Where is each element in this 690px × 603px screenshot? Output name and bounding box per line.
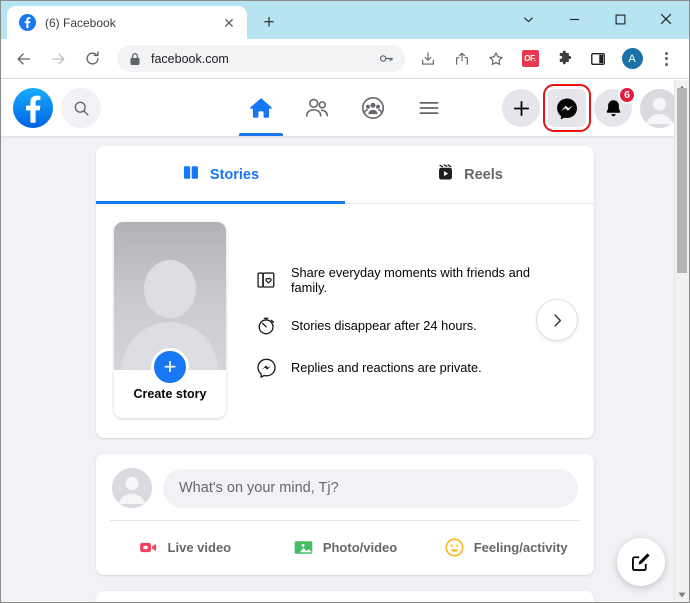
- close-icon[interactable]: [643, 1, 689, 37]
- new-tab-button[interactable]: +: [255, 8, 283, 36]
- composer-actions: Live video Photo/video Feeling/activity: [96, 521, 594, 575]
- page-scrollbar[interactable]: [674, 80, 689, 602]
- facebook-icon: [19, 14, 36, 31]
- search-icon[interactable]: [61, 88, 101, 128]
- nav-home[interactable]: [233, 80, 289, 136]
- scrollbar-thumb[interactable]: [677, 88, 687, 273]
- stories-info-item: Stories disappear after 24 hours.: [254, 313, 530, 337]
- close-icon[interactable]: ✕: [219, 13, 239, 33]
- nav-friends[interactable]: [289, 80, 345, 136]
- stories-tab-bar: Stories Reels: [96, 146, 594, 204]
- tab-title: (6) Facebook: [45, 15, 116, 30]
- nav-menu[interactable]: [401, 80, 457, 136]
- browser-window: (6) Facebook ✕ + facebook.com OF. A 6 St…: [0, 0, 690, 603]
- browser-toolbar: facebook.com OF. A: [1, 39, 689, 79]
- share-icon[interactable]: [448, 45, 476, 73]
- notifications-badge: 6: [618, 86, 636, 104]
- nav-groups[interactable]: [345, 80, 401, 136]
- messenger-button[interactable]: [543, 84, 591, 132]
- profile-initial: A: [621, 48, 643, 69]
- stories-info-text: Replies and reactions are private.: [291, 359, 482, 375]
- page-viewport: 6 Stories Reels + Create story Share eve…: [1, 80, 689, 602]
- notifications-button[interactable]: 6: [594, 86, 636, 127]
- scroll-down-arrow[interactable]: [675, 587, 689, 602]
- puzzle-icon[interactable]: [550, 45, 578, 73]
- reels-icon: [436, 163, 455, 186]
- tab-stories-label: Stories: [209, 166, 260, 183]
- tab-reels[interactable]: Reels: [345, 146, 594, 203]
- avatar-head-shape: [144, 260, 196, 318]
- back-arrow-icon[interactable]: [10, 45, 38, 73]
- photo-video-button[interactable]: Photo/video: [265, 529, 426, 565]
- reload-icon[interactable]: [78, 45, 106, 73]
- photo-video-label: Photo/video: [322, 539, 398, 555]
- stories-info-text: Stories disappear after 24 hours.: [291, 317, 477, 333]
- address-bar[interactable]: facebook.com: [117, 45, 405, 72]
- create-button[interactable]: [502, 89, 540, 127]
- lock-icon: [129, 52, 141, 66]
- kebab-menu-icon[interactable]: [652, 45, 680, 73]
- create-story-card[interactable]: + Create story: [114, 222, 226, 418]
- stories-card: Stories Reels + Create story Share every…: [96, 146, 594, 438]
- feeling-activity-button[interactable]: Feeling/activity: [425, 529, 586, 565]
- side-panel-icon[interactable]: [584, 45, 612, 73]
- live-video-button[interactable]: Live video: [104, 529, 265, 565]
- user-avatar[interactable]: [112, 468, 152, 508]
- stories-info-item: Replies and reactions are private.: [254, 355, 530, 379]
- facebook-header-actions: 6: [502, 84, 679, 132]
- stopwatch-icon: [254, 313, 278, 337]
- stories-info-list: Share everyday moments with friends and …: [254, 261, 530, 379]
- browser-tab-facebook[interactable]: (6) Facebook ✕: [7, 6, 247, 39]
- photo-cards-heart-icon: [254, 268, 278, 292]
- live-video-icon: [138, 536, 160, 558]
- key-icon[interactable]: [375, 48, 397, 70]
- post-composer-card: What's on your mind, Tj? Live video Phot…: [96, 454, 594, 575]
- feeling-activity-label: Feeling/activity: [473, 539, 568, 555]
- create-story-plus-icon[interactable]: +: [151, 348, 189, 386]
- star-icon[interactable]: [482, 45, 510, 73]
- live-video-label: Live video: [167, 539, 232, 555]
- stories-body: + Create story Share everyday moments wi…: [96, 204, 594, 438]
- composer-top-row: What's on your mind, Tj?: [96, 454, 594, 520]
- tab-stories[interactable]: Stories: [96, 146, 345, 204]
- forward-arrow-icon[interactable]: [44, 45, 72, 73]
- composer-input[interactable]: What's on your mind, Tj?: [163, 468, 578, 508]
- compose-pencil-icon[interactable]: [617, 538, 665, 586]
- facebook-header: 6: [1, 80, 689, 136]
- window-controls: [505, 1, 689, 37]
- url-text: facebook.com: [151, 51, 229, 66]
- extension-of-icon[interactable]: OF.: [516, 45, 544, 73]
- minimize-icon[interactable]: [551, 1, 597, 37]
- photo-video-icon: [293, 536, 315, 558]
- stories-next-button[interactable]: [536, 299, 578, 341]
- next-post-card: [96, 591, 594, 602]
- maximize-icon[interactable]: [597, 1, 643, 37]
- stories-book-icon: [182, 163, 201, 186]
- facebook-primary-nav: [233, 80, 457, 136]
- tab-reels-label: Reels: [464, 166, 503, 183]
- feed-scroll-area[interactable]: Stories Reels + Create story Share every…: [1, 136, 689, 602]
- extension-of-label: OF.: [521, 50, 539, 67]
- stories-info-item: Share everyday moments with friends and …: [254, 265, 530, 295]
- browser-profile-avatar[interactable]: A: [618, 45, 646, 73]
- tab-strip: (6) Facebook ✕ +: [1, 1, 689, 39]
- stories-info-text: Share everyday moments with friends and …: [291, 265, 530, 295]
- messenger-outline-icon: [254, 355, 278, 379]
- chevron-down-icon[interactable]: [505, 1, 551, 37]
- feeling-activity-icon: [444, 536, 466, 558]
- install-icon[interactable]: [414, 45, 442, 73]
- facebook-logo-icon[interactable]: [13, 88, 53, 128]
